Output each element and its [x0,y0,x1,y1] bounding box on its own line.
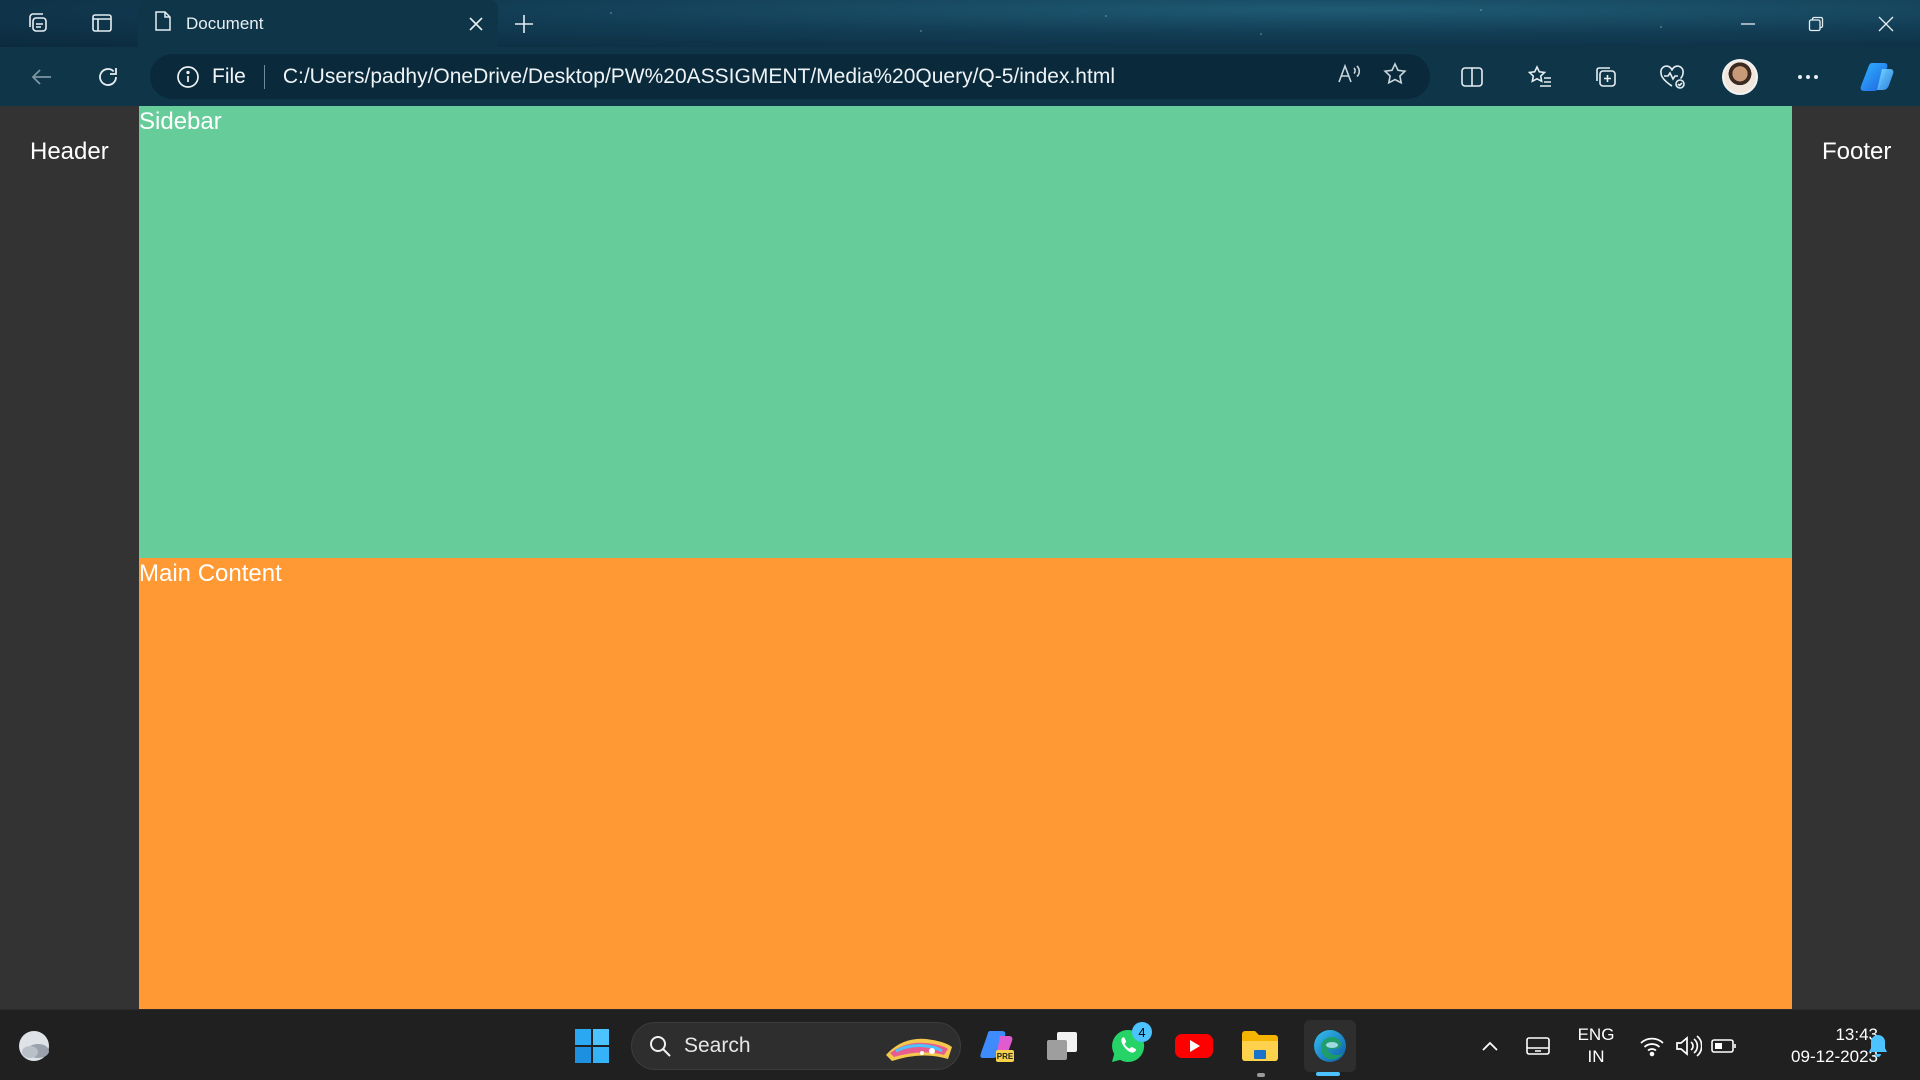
header-region: Header [0,106,139,1009]
region-code: IN [1587,1047,1605,1066]
browser-essentials-icon[interactable] [1652,57,1692,97]
info-icon[interactable] [174,63,202,91]
svg-text:PRE: PRE [997,1052,1014,1061]
footer-region: Footer [1792,106,1920,1009]
main-content-region: Main Content [139,558,1792,1009]
read-aloud-icon[interactable] [1336,62,1362,91]
sidebar-region: Sidebar [139,106,1792,558]
collections-icon[interactable] [1586,57,1626,97]
active-tab[interactable]: Document [138,0,498,47]
restore-icon[interactable] [1782,0,1850,47]
sidebar-label: Sidebar [139,108,222,135]
url-text[interactable]: C:/Users/padhy/OneDrive/Desktop/PW%20ASS… [283,65,1336,89]
battery-icon[interactable] [1702,1024,1746,1068]
main-content-label: Main Content [139,560,282,587]
whatsapp-badge: 4 [1132,1022,1152,1042]
background-speck [1260,33,1262,35]
background-speck [610,12,612,14]
windows-start-icon[interactable] [570,1024,614,1068]
taskbar-search[interactable]: Search [631,1022,961,1070]
split-screen-icon[interactable] [1452,57,1492,97]
new-tab-icon[interactable] [506,6,542,42]
document-icon [154,10,172,37]
refresh-icon[interactable] [88,57,128,97]
more-options-icon[interactable] [1788,57,1828,97]
notification-bell-icon[interactable] [1856,1024,1900,1068]
favorites-icon[interactable] [1520,57,1560,97]
search-highlight-icon [882,1029,954,1063]
tablet-icon[interactable] [1516,1024,1560,1068]
running-indicator [1257,1073,1265,1077]
vertical-tabs-icon[interactable] [84,8,120,38]
background-speck [1660,26,1662,28]
background-speck [920,30,922,32]
browser-toolbar: File C:/Users/padhy/OneDrive/Desktop/PW%… [0,47,1920,106]
background-speck [1105,15,1107,17]
address-divider [263,64,265,89]
copilot-pre-icon[interactable]: PRE [976,1024,1020,1068]
whatsapp-icon[interactable]: 4 [1106,1022,1152,1068]
browser-title-bar: Document [0,0,1920,47]
minimize-icon[interactable] [1714,0,1782,47]
tab-title: Document [186,13,264,33]
header-label: Header [30,138,109,165]
web-page: Header Sidebar Main Content Footer [0,106,1920,1009]
background-speck [1480,9,1482,11]
back-icon[interactable] [22,57,62,97]
profile-avatar[interactable] [1722,59,1758,95]
chevron-up-icon[interactable] [1468,1024,1512,1068]
language-indicator[interactable]: ENG IN [1576,1024,1616,1068]
search-icon [648,1034,672,1058]
edge-icon[interactable] [1304,1020,1356,1072]
copilot-icon[interactable] [1858,57,1898,97]
address-bar[interactable]: File C:/Users/padhy/OneDrive/Desktop/PW%… [150,54,1430,99]
windows-taskbar: Search PRE 4 ENG IN 13:43 09-12-2023 [0,1009,1920,1080]
scheme-label: File [212,64,246,88]
close-window-icon[interactable] [1852,0,1920,47]
workspaces-icon[interactable] [20,8,56,38]
task-view-icon[interactable] [1040,1024,1084,1068]
youtube-icon[interactable] [1172,1024,1216,1068]
search-label: Search [684,1034,751,1057]
footer-label: Footer [1822,138,1892,165]
weather-icon[interactable] [12,1024,56,1068]
active-app-indicator [1316,1072,1340,1076]
close-tab-icon[interactable] [458,6,494,42]
file-explorer-icon[interactable] [1238,1024,1282,1068]
favorite-star-icon[interactable] [1382,61,1408,92]
language-code: ENG [1577,1025,1615,1044]
